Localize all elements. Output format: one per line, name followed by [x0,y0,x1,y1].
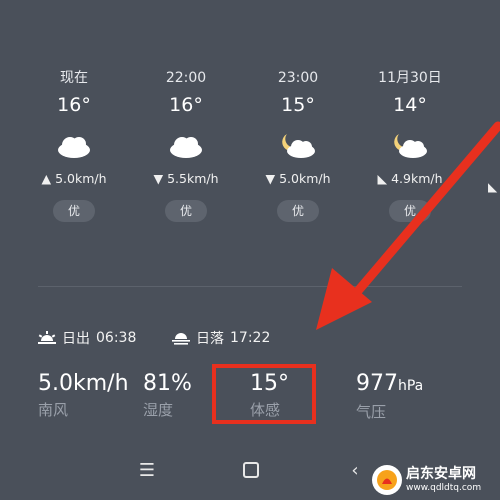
back-button[interactable]: ‹ [340,455,370,485]
watermark-url: www.qdldtq.com [406,483,482,493]
watermark-title: 启东安卓网 [406,466,476,482]
watermark: 启东安卓网 www.qdldtq.com [372,460,500,500]
annotation-arrow-icon [316,121,500,330]
back-icon: ‹ [351,459,359,481]
home-icon [243,462,259,478]
menu-button[interactable]: ☰ [132,455,162,485]
watermark-logo-icon [372,465,402,495]
menu-icon: ☰ [138,459,156,481]
home-button[interactable] [236,455,266,485]
